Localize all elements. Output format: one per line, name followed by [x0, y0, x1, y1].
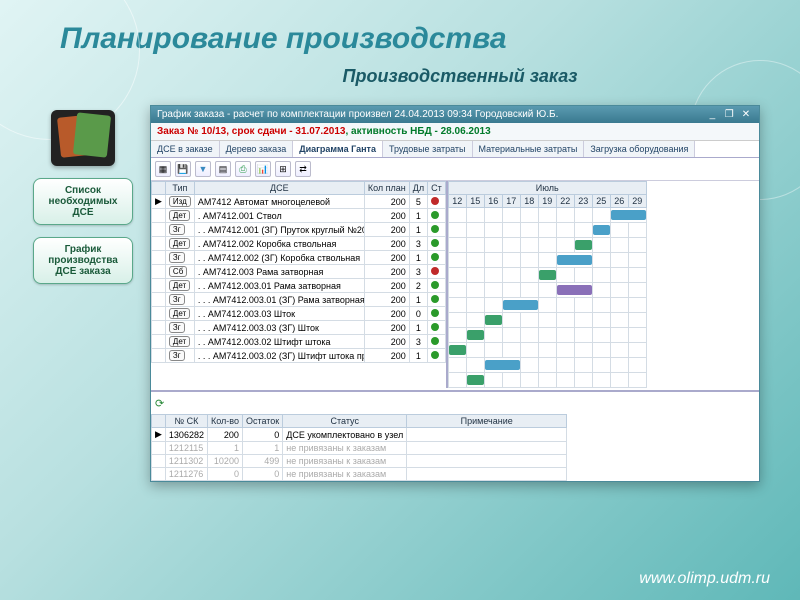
gantt-row — [448, 253, 646, 268]
stock-row[interactable]: 121211511не привязаны к заказам — [152, 442, 567, 455]
stock-row[interactable]: ▶13062822000ДСЕ укомплектовано в узел — [152, 428, 567, 442]
gantt-grid: ТипДСЕКол планДлСт▶ИздАМ7412 Автомат мно… — [151, 181, 759, 388]
gantt-row — [448, 358, 646, 373]
stock-row[interactable]: 121127600не привязаны к заказам — [152, 468, 567, 481]
nbd-label: , активность НБД - — [345, 126, 440, 137]
footer-url: www.olimp.udm.ru — [639, 570, 770, 588]
table-row[interactable]: ▶ИздАМ7412 Автомат многоцелевой2005 — [152, 195, 446, 209]
tool-tree-icon[interactable]: ⊞ — [275, 161, 291, 177]
nbd-date: 28.06.2013 — [441, 126, 491, 137]
sub-title: Производственный заказ — [120, 66, 800, 87]
gantt-row — [448, 223, 646, 238]
tab-3[interactable]: Трудовые затраты — [383, 141, 473, 157]
tab-4[interactable]: Материальные затраты — [473, 141, 585, 157]
table-row[interactable]: Зг. . . АМ7412.003.02 (ЗГ) Штифт штока п… — [152, 349, 446, 363]
side-btn-dse-list[interactable]: Список необходимых ДСЕ — [33, 178, 133, 225]
tab-2[interactable]: Диаграмма Ганта — [293, 141, 383, 157]
tool-link-icon[interactable]: ⇄ — [295, 161, 311, 177]
tool-save-icon[interactable]: 💾 — [175, 161, 191, 177]
left-sidebar: Список необходимых ДСЕ График производст… — [28, 110, 138, 284]
gantt-row — [448, 238, 646, 253]
order-label: Заказ № 10/13, срок сдачи - — [157, 126, 295, 137]
table-row[interactable]: Дет. . АМ7412.003.02 Штифт штока2003 — [152, 335, 446, 349]
gantt-row — [448, 343, 646, 358]
tool-chart-icon[interactable]: 📊 — [255, 161, 271, 177]
toolbox-icon — [51, 110, 115, 166]
order-header: Заказ № 10/13, срок сдачи - 31.07.2013, … — [151, 123, 759, 141]
table-row[interactable]: Зг. . АМ7412.001 (ЗГ) Пруток круглый №20… — [152, 223, 446, 237]
refresh-icon[interactable]: ⟳ — [155, 397, 169, 411]
table-row[interactable]: Дет. . АМ7412.003.01 Рама затворная2002 — [152, 279, 446, 293]
gantt-row — [448, 208, 646, 223]
maximize-icon[interactable]: ❐ — [722, 109, 736, 120]
tab-0[interactable]: ДСЕ в заказе — [151, 141, 220, 157]
gantt-row — [448, 313, 646, 328]
minimize-icon[interactable]: _ — [705, 109, 719, 120]
close-icon[interactable]: ✕ — [739, 109, 753, 120]
tab-1[interactable]: Дерево заказа — [220, 141, 294, 157]
app-window: График заказа - расчет по комплектации п… — [150, 105, 760, 482]
gantt-row — [448, 283, 646, 298]
gantt-row — [448, 298, 646, 313]
tabs: ДСЕ в заказеДерево заказаДиаграмма Ганта… — [151, 141, 759, 158]
table-row[interactable]: Дет. АМ7412.002 Коробка ствольная2003 — [152, 237, 446, 251]
gantt-row — [448, 328, 646, 343]
toolbar: ▦ 💾 ▼ ▤ ⎙ 📊 ⊞ ⇄ — [151, 158, 759, 181]
dse-table: ТипДСЕКол планДлСт▶ИздАМ7412 Автомат мно… — [151, 181, 446, 363]
tool-filter-icon[interactable]: ▼ — [195, 161, 211, 177]
tool-export-icon[interactable]: ⎙ — [235, 161, 251, 177]
gantt-row — [448, 268, 646, 283]
tab-5[interactable]: Загрузка оборудования — [584, 141, 695, 157]
side-btn-schedule[interactable]: График производства ДСЕ заказа — [33, 237, 133, 284]
table-row[interactable]: Зг. . АМ7412.002 (ЗГ) Коробка ствольная2… — [152, 251, 446, 265]
table-row[interactable]: Дет. . АМ7412.003.03 Шток2000 — [152, 307, 446, 321]
stock-row[interactable]: 121130210200499не привязаны к заказам — [152, 455, 567, 468]
table-row[interactable]: Сб. АМ7412.003 Рама затворная2003 — [152, 265, 446, 279]
tool-sheet-icon[interactable]: ▤ — [215, 161, 231, 177]
table-row[interactable]: Зг. . . АМ7412.003.03 (ЗГ) Шток2001 — [152, 321, 446, 335]
stock-table: № СККол-воОстатокСтатусПримечание▶130628… — [151, 414, 567, 481]
bottom-grid: ⟳ № СККол-воОстатокСтатусПримечание▶1306… — [151, 390, 759, 481]
table-row[interactable]: Зг. . . АМ7412.003.01 (ЗГ) Рама затворна… — [152, 293, 446, 307]
titlebar: График заказа - расчет по комплектации п… — [151, 106, 759, 123]
gantt-chart: Июль1215161718192223252629 — [448, 181, 647, 388]
tool-calendar-icon[interactable]: ▦ — [155, 161, 171, 177]
order-deadline: 31.07.2013 — [295, 126, 345, 137]
window-title: График заказа - расчет по комплектации п… — [157, 109, 558, 120]
gantt-row — [448, 373, 646, 388]
table-row[interactable]: Дет. АМ7412.001 Ствол2001 — [152, 209, 446, 223]
